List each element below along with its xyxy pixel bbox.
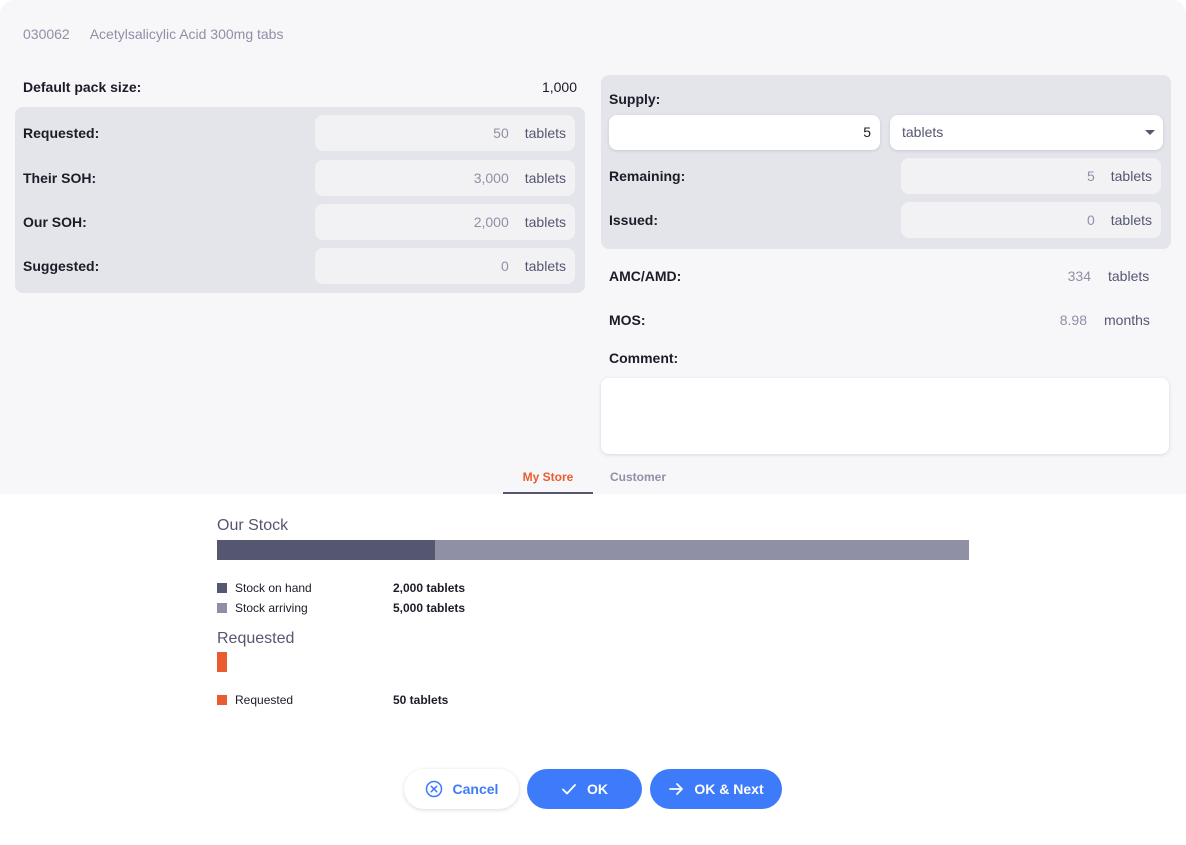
legend-stock-arriving: Stock arriving 5,000 tablets (217, 601, 465, 615)
legend-name: Stock on hand (235, 581, 312, 595)
remaining-label: Remaining: (609, 168, 686, 184)
stock-summary-panel: Requested: 50 tablets Their SOH: 3,000 t… (15, 107, 585, 293)
our-soh-label: Our SOH: (23, 214, 87, 230)
our-soh-unit: tablets (524, 214, 566, 230)
cancel-label: Cancel (452, 781, 499, 797)
supply-unit-selected: tablets (902, 124, 944, 140)
suggested-field: 0 tablets (315, 248, 575, 284)
tab-my-store[interactable]: My Store (503, 470, 593, 494)
legend-value: 2,000 tablets (393, 581, 466, 595)
line-edit-area: 030062 Acetylsalicylic Acid 300mg tabs D… (0, 0, 1186, 494)
requisition-line-modal: 030062 Acetylsalicylic Acid 300mg tabs D… (0, 0, 1186, 845)
issued-value: 0 (1086, 212, 1095, 228)
cancel-button[interactable]: Cancel (404, 769, 519, 809)
mos-label: MOS: (609, 312, 646, 328)
ok-button[interactable]: OK (527, 769, 642, 809)
supply-unit-select[interactable]: tablets (890, 115, 1163, 150)
issued-label: Issued: (609, 212, 659, 228)
chevron-down-icon (1145, 130, 1155, 135)
legend-value: 50 tablets (393, 693, 449, 707)
tab-customer[interactable]: Customer (593, 470, 683, 494)
supply-label: Supply: (609, 91, 661, 107)
requested-value: 50 (493, 125, 509, 141)
default-pack-size-value: 1,000 (541, 79, 577, 95)
their-soh-unit: tablets (524, 170, 566, 186)
requested-bar (217, 652, 227, 672)
comment-label: Comment: (609, 350, 679, 366)
remaining-unit: tablets (1110, 168, 1152, 184)
stock-arriving-swatch (217, 603, 227, 613)
amc-unit: tablets (1108, 268, 1150, 284)
requested-unit: tablets (524, 125, 566, 141)
remaining-field: 5 tablets (901, 158, 1161, 194)
their-soh-label: Their SOH: (23, 170, 97, 186)
legend-name: Requested (235, 693, 294, 707)
mos-value: 8.98 (1059, 312, 1087, 328)
amc-label: AMC/AMD: (609, 268, 682, 284)
close-circle-icon (425, 780, 442, 798)
our-soh-field: 2,000 tablets (315, 204, 575, 240)
issued-unit: tablets (1110, 212, 1152, 228)
requested-field: 50 tablets (315, 115, 575, 151)
ok-next-button[interactable]: OK & Next (650, 769, 782, 809)
requested-title: Requested (217, 630, 295, 647)
check-icon (562, 784, 576, 795)
item-name: Acetylsalicylic Acid 300mg tabs (89, 26, 284, 42)
stock-on-hand-swatch (217, 583, 227, 593)
ok-label: OK (587, 781, 608, 797)
comment-textarea[interactable] (601, 378, 1169, 454)
their-soh-field: 3,000 tablets (315, 160, 575, 196)
default-pack-size-label: Default pack size: (23, 79, 142, 95)
stock-on-hand-bar (217, 540, 436, 560)
legend-requested: Requested 50 tablets (217, 693, 448, 707)
ok-next-label: OK & Next (694, 781, 764, 797)
requested-label: Requested: (23, 125, 100, 141)
stock-arriving-bar (217, 540, 969, 560)
our-stock-title: Our Stock (217, 517, 289, 534)
remaining-value: 5 (1086, 168, 1095, 184)
suggested-value: 0 (500, 258, 509, 274)
mos-unit: months (1104, 312, 1150, 328)
our-soh-value: 2,000 (473, 214, 509, 230)
item-code: 030062 (23, 26, 70, 42)
arrow-right-icon (669, 783, 684, 795)
legend-name: Stock arriving (235, 601, 308, 615)
suggested-unit: tablets (524, 258, 566, 274)
item-header: 030062 Acetylsalicylic Acid 300mg tabs (23, 26, 283, 42)
supply-quantity-input[interactable]: 5 (609, 115, 880, 150)
legend-stock-on-hand: Stock on hand 2,000 tablets (217, 581, 465, 595)
their-soh-value: 3,000 (473, 170, 509, 186)
suggested-label: Suggested: (23, 258, 100, 274)
legend-value: 5,000 tablets (393, 601, 466, 615)
amc-value: 334 (1067, 268, 1091, 284)
supply-panel: Supply: Remaining: 5 tablets Issued: 0 t… (601, 75, 1171, 249)
requested-swatch (217, 695, 227, 705)
issued-field: 0 tablets (901, 202, 1161, 238)
